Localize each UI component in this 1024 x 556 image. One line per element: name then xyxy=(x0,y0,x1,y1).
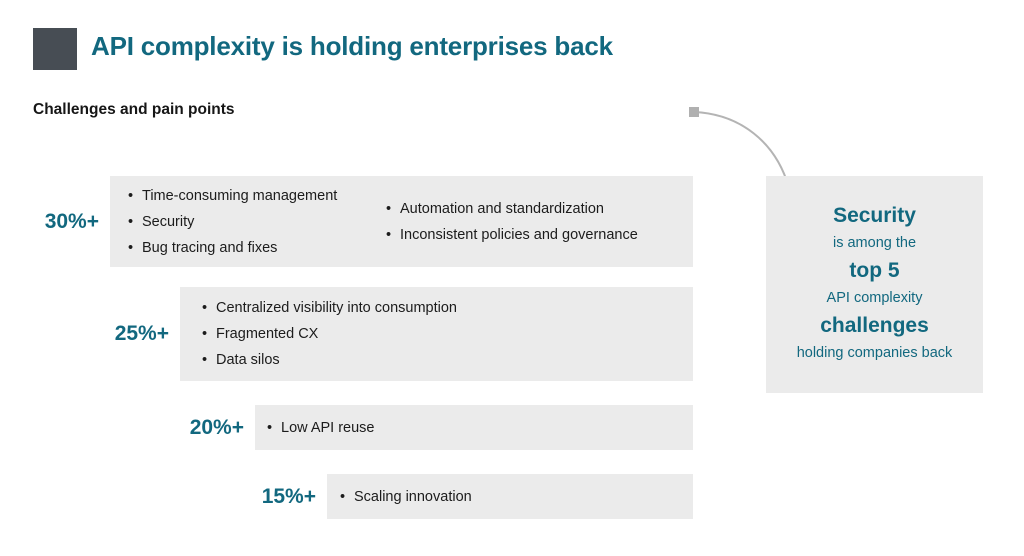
list-item: • Low API reuse xyxy=(264,415,375,441)
bullet-dot-icon: • xyxy=(202,326,208,342)
callout-line-5: challenges xyxy=(820,314,929,337)
list-item: • Security xyxy=(125,209,383,235)
bullet-dot-icon: • xyxy=(267,419,273,436)
list-item: • Fragmented CX xyxy=(199,321,457,347)
bullet-column: • Centralized visibility into consumption… xyxy=(199,295,457,373)
list-item-label: Inconsistent policies and governance xyxy=(400,226,638,243)
section-label: Challenges and pain points xyxy=(33,101,235,118)
list-item-label: Scaling innovation xyxy=(354,488,472,505)
list-item: • Data silos xyxy=(199,347,457,373)
list-item: • Bug tracing and fixes xyxy=(125,235,383,261)
list-item-label: Time-consuming management xyxy=(142,187,338,204)
bar-track: • Scaling innovation xyxy=(327,474,693,519)
callout-line-2: is among the xyxy=(832,235,917,251)
bullet-dot-icon: • xyxy=(386,200,392,217)
list-item-label: Low API reuse xyxy=(281,419,375,436)
list-item-label: Bug tracing and fixes xyxy=(142,239,278,256)
chart-bar-row: 15%+ • Scaling innovation xyxy=(262,474,693,519)
list-item-label: Fragmented CX xyxy=(216,326,319,342)
bar-percent-label: 30%+ xyxy=(44,209,99,233)
bullet-dot-icon: • xyxy=(202,300,208,316)
list-item: • Time-consuming management xyxy=(125,183,383,209)
chart-bar-row: 30%+ • Time-consuming management • Securit… xyxy=(45,176,693,267)
list-item: • Automation and standardization xyxy=(383,196,638,222)
list-item-label: Data silos xyxy=(216,352,280,368)
bar-track: • Low API reuse xyxy=(255,405,693,450)
list-item-label: Automation and standardization xyxy=(400,200,604,217)
bar-track: • Centralized visibility into consumption… xyxy=(180,287,693,381)
list-item: • Inconsistent policies and governance xyxy=(383,222,638,248)
bullet-dot-icon: • xyxy=(128,213,134,230)
bar-percent-label: 25%+ xyxy=(114,322,169,345)
bullet-column: • Automation and standardization • Inconsi… xyxy=(383,196,638,248)
callout-line-6: holding companies back xyxy=(796,345,953,361)
bullet-column: • Low API reuse xyxy=(264,415,375,441)
chart-bar-row: 25%+ • Centralized visibility into consum… xyxy=(115,287,693,381)
callout-line-3: top 5 xyxy=(849,259,900,282)
logo-mark-icon xyxy=(33,28,77,70)
bullet-column: • Scaling innovation xyxy=(337,484,472,510)
list-item-label: Centralized visibility into consumption xyxy=(216,300,457,316)
callout-line-1: Security xyxy=(833,204,916,227)
bullet-column: • Time-consuming management • Security • Bu… xyxy=(125,183,383,261)
chart-bar-row: 20%+ • Low API reuse xyxy=(190,405,693,450)
bullet-dot-icon: • xyxy=(386,226,392,243)
callout-connector-node-icon xyxy=(689,107,699,117)
page-title: API complexity is holding enterprises ba… xyxy=(91,31,613,61)
bar-track: • Time-consuming management • Security • Bu… xyxy=(110,176,693,267)
callout-line-4: API complexity xyxy=(826,290,923,306)
bullet-dot-icon: • xyxy=(340,488,346,505)
list-item-label: Security xyxy=(142,213,195,230)
bullet-dot-icon: • xyxy=(128,239,134,256)
callout-panel: Security is among the top 5 API complexi… xyxy=(766,176,983,393)
bar-percent-label: 20%+ xyxy=(189,415,244,439)
bullet-dot-icon: • xyxy=(128,187,134,204)
bullet-dot-icon: • xyxy=(202,352,208,368)
list-item: • Scaling innovation xyxy=(337,484,472,510)
list-item: • Centralized visibility into consumption xyxy=(199,295,457,321)
slide-canvas: API complexity is holding enterprises ba… xyxy=(0,0,1024,556)
bar-percent-label: 15%+ xyxy=(261,484,316,508)
